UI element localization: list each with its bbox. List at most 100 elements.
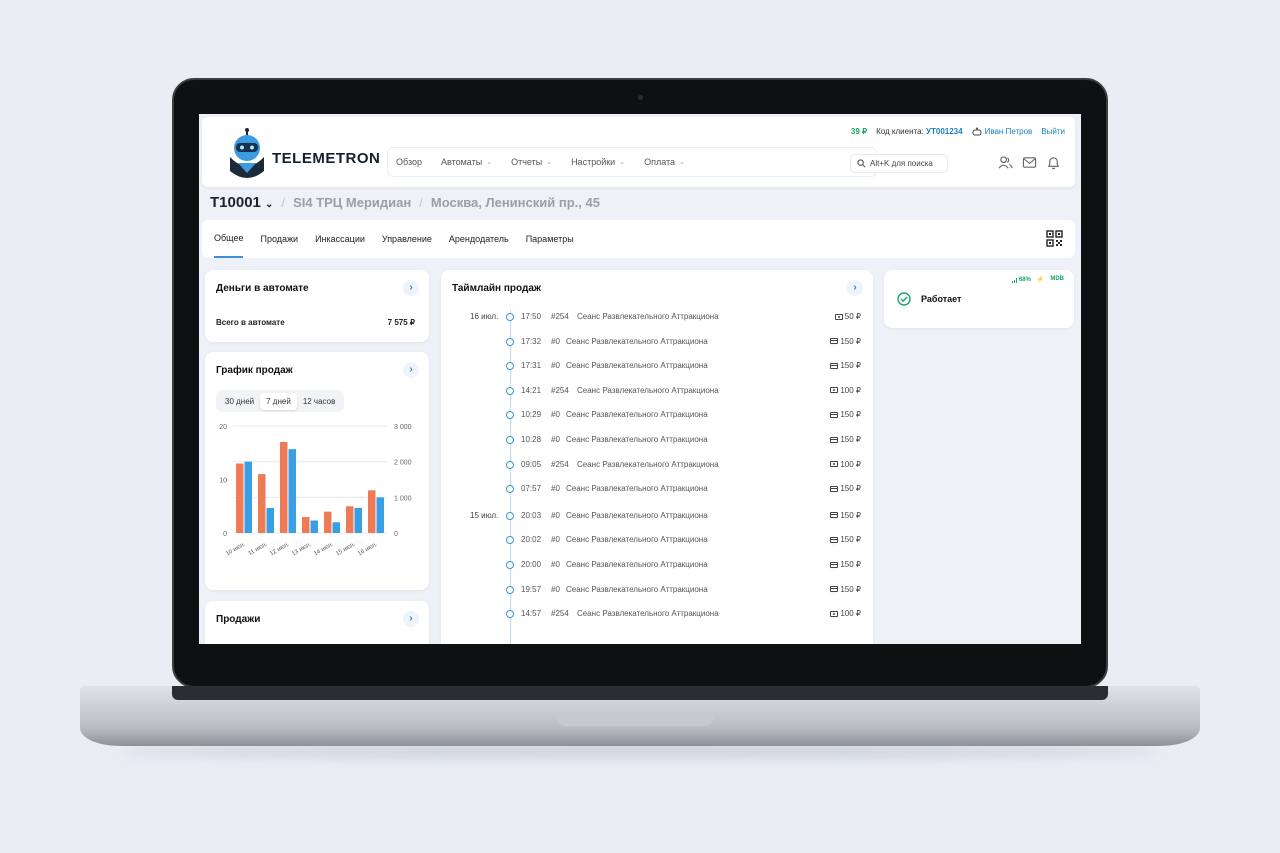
x-tick-label: 10 июл. bbox=[225, 541, 247, 557]
timeline-row[interactable]: 17:31 #0 Сеанс Развлекательного Аттракцион… bbox=[441, 357, 873, 377]
chevron-down-icon: ⌄ bbox=[679, 159, 685, 166]
chevron-right-icon[interactable]: › bbox=[847, 280, 863, 296]
timeline-row[interactable]: 07:57 #0 Сеанс Развлекательного Аттракцион… bbox=[441, 480, 873, 500]
client-code-label: Код клиента: УТ001234 bbox=[876, 127, 962, 136]
user-robot-icon bbox=[972, 127, 982, 136]
search-icon bbox=[857, 159, 866, 168]
timeline-row[interactable]: 16 июл. 17:50 #254 Сеанс Развлекательного А… bbox=[441, 308, 873, 328]
timeline-row[interactable]: 20:00 #0 Сеанс Развлекательного Аттракцион… bbox=[441, 556, 873, 576]
x-tick-label: 13 июл. bbox=[291, 541, 313, 557]
timeline-price: 100 ₽ bbox=[830, 460, 861, 469]
timeline-time: 10:29 bbox=[521, 410, 542, 420]
breadcrumb-separator: / bbox=[419, 195, 423, 210]
card-icon bbox=[830, 586, 839, 593]
timeline-product-name: Сеанс Развлекательного Аттракциона bbox=[566, 584, 708, 594]
tab-sales[interactable]: Продажи bbox=[260, 220, 298, 258]
tab-general[interactable]: Общее bbox=[214, 220, 244, 258]
card-icon bbox=[830, 411, 839, 418]
money-title: Деньги в автомате bbox=[216, 283, 309, 294]
timeline-time: 20:03 bbox=[521, 510, 542, 520]
chevron-right-icon[interactable]: › bbox=[403, 611, 419, 627]
qr-code-icon[interactable] bbox=[1046, 230, 1063, 247]
timeline-dot bbox=[506, 411, 514, 420]
machine-status-card: 68% ⚡ MDB Работает bbox=[884, 270, 1074, 328]
bell-icon[interactable] bbox=[1046, 155, 1061, 170]
tab-collections[interactable]: Инкассации bbox=[315, 220, 365, 258]
user-name: Иван Петров bbox=[984, 127, 1033, 136]
timeline-row[interactable]: 14:57 #254 Сеанс Развлекательного Аттракци… bbox=[441, 605, 873, 625]
header-actions bbox=[998, 155, 1061, 170]
bar-series-2 bbox=[376, 497, 384, 533]
timeline-product-name: Сеанс Развлекательного Аттракциона bbox=[566, 361, 708, 371]
timeline-product-name: Сеанс Развлекательного Аттракциона bbox=[566, 560, 708, 569]
x-tick-label: 12 июл. bbox=[269, 541, 291, 557]
timeline-product-number: #0 bbox=[551, 560, 560, 569]
chevron-right-icon[interactable]: › bbox=[403, 362, 419, 378]
cash-icon bbox=[830, 461, 839, 468]
nav-item-reports[interactable]: Отчеты ⌄ bbox=[511, 157, 552, 167]
period-30-days[interactable]: 30 дней bbox=[219, 393, 260, 410]
timeline-row[interactable]: 14:21 #254 Сеанс Развлекательного Аттракци… bbox=[441, 382, 873, 402]
power-icon: ⚡ bbox=[1036, 277, 1045, 283]
chevron-down-icon: ⌄ bbox=[265, 199, 274, 210]
sales-title: Продажи bbox=[216, 614, 261, 625]
timeline-time: 09:05 bbox=[521, 459, 542, 469]
nav-item-payment[interactable]: Оплата ⌄ bbox=[644, 157, 685, 167]
chevron-down-icon: ⌄ bbox=[486, 159, 493, 166]
timeline-product-number: #254 bbox=[551, 609, 569, 619]
breadcrumb-location[interactable]: SI4 ТРЦ Меридиан bbox=[293, 195, 411, 210]
bar-series-2 bbox=[310, 520, 318, 533]
nav-item-machines[interactable]: Автоматы ⌄ bbox=[441, 157, 492, 167]
users-icon[interactable] bbox=[998, 155, 1013, 170]
timeline-row[interactable]: 10:28 #0 Сеанс Развлекательного Аттракцион… bbox=[441, 431, 873, 451]
timeline-row[interactable]: 20:02 #0 Сеанс Развлекательного Аттракцион… bbox=[441, 531, 873, 551]
nav-item-overview[interactable]: Обзор bbox=[396, 157, 422, 167]
tab-landlord[interactable]: Арендодатель bbox=[449, 220, 509, 258]
chevron-right-icon[interactable]: › bbox=[403, 280, 419, 296]
bar-series-2 bbox=[354, 508, 362, 533]
timeline-time: 17:31 bbox=[521, 361, 542, 371]
y-left-tick-label: 0 bbox=[223, 531, 227, 538]
period-7-days[interactable]: 7 дней bbox=[260, 392, 297, 410]
protocol: MDB bbox=[1050, 276, 1064, 282]
money-total-row: Всего в автомате 7 575 ₽ bbox=[216, 318, 415, 327]
mail-icon[interactable] bbox=[1022, 155, 1037, 170]
y-right-tick-label: 2 000 bbox=[394, 460, 412, 467]
nav-item-settings[interactable]: Настройки ⌄ bbox=[571, 157, 625, 167]
timeline-price-value: 150 ₽ bbox=[840, 336, 861, 346]
bar-series-1 bbox=[368, 490, 376, 533]
timeline-dot bbox=[506, 386, 514, 395]
machine-selector[interactable]: T10001 ⌄ bbox=[210, 194, 273, 211]
user-menu[interactable]: Иван Петров bbox=[972, 127, 1033, 136]
timeline-row[interactable]: 10:29 #0 Сеанс Развлекательного Аттракцион… bbox=[441, 406, 873, 426]
tab-management[interactable]: Управление bbox=[382, 220, 432, 258]
laptop-notch bbox=[556, 714, 714, 726]
timeline-dot bbox=[506, 585, 514, 594]
main-nav: Обзор Автоматы ⌄ Отчеты ⌄ Настройки ⌄ Оплат… bbox=[387, 147, 877, 177]
timeline-time: 14:57 bbox=[521, 609, 542, 619]
sales-chart-title: График продаж bbox=[216, 365, 293, 376]
breadcrumb: T10001 ⌄ / SI4 ТРЦ Меридиан / Москва, Ле… bbox=[210, 194, 600, 211]
card-icon bbox=[830, 436, 839, 443]
timeline-product-name: Сеанс Развлекательного Аттракциона bbox=[577, 385, 719, 395]
timeline-row[interactable]: 19:57 #0 Сеанс Развлекательного Аттракцион… bbox=[441, 581, 873, 601]
status-text: Работает bbox=[921, 294, 962, 304]
timeline-row[interactable]: 17:32 #0 Сеанс Развлекательного Аттракцион… bbox=[441, 333, 873, 353]
timeline-price-value: 150 ₽ bbox=[840, 510, 861, 520]
money-card: Деньги в автомате › Всего в автомате 7 5… bbox=[205, 270, 429, 342]
logout-link[interactable]: Выйти bbox=[1041, 127, 1065, 136]
timeline-product-name: Сеанс Развлекательного Аттракциона bbox=[577, 609, 719, 619]
timeline-time: 14:21 bbox=[521, 385, 542, 395]
period-12-hours[interactable]: 12 часов bbox=[297, 393, 342, 410]
balance[interactable]: 39 ₽ bbox=[851, 127, 867, 136]
timeline-price-value: 150 ₽ bbox=[840, 560, 861, 569]
breadcrumb-address: Москва, Ленинский пр., 45 bbox=[430, 195, 600, 210]
timeline-row[interactable]: 09:05 #254 Сеанс Развлекательного Аттракци… bbox=[441, 456, 873, 476]
timeline-row[interactable]: 15 июл. 20:03 #0 Сеанс Развлекательного Атт… bbox=[441, 507, 873, 527]
sales-card: Продажи › bbox=[205, 601, 429, 644]
tab-parameters[interactable]: Параметры bbox=[526, 220, 574, 258]
nav-label: Настройки bbox=[571, 157, 616, 167]
bar-series-2 bbox=[288, 449, 296, 533]
search-input[interactable]: Alt+K для поиска bbox=[850, 154, 948, 173]
robot-logo-icon[interactable] bbox=[226, 127, 268, 183]
